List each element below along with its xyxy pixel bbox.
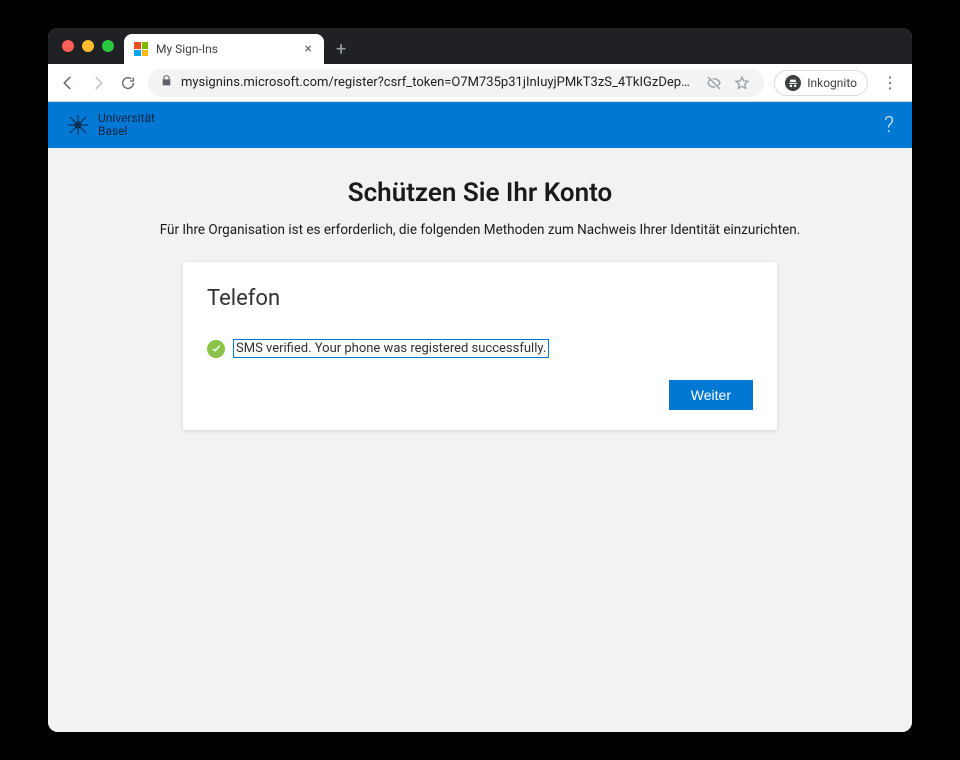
university-logo-icon bbox=[66, 113, 90, 137]
minimize-window-icon[interactable] bbox=[82, 40, 94, 52]
setup-card: Telefon SMS verified. Your phone was reg… bbox=[183, 262, 777, 430]
back-button[interactable] bbox=[58, 73, 78, 93]
close-tab-icon[interactable]: × bbox=[303, 41, 314, 57]
success-check-icon bbox=[207, 340, 225, 358]
lock-icon bbox=[160, 74, 173, 91]
url-text: mysignins.microsoft.com/register?csrf_to… bbox=[181, 75, 696, 90]
star-icon[interactable] bbox=[732, 73, 752, 93]
next-button[interactable]: Weiter bbox=[669, 380, 753, 410]
forward-button[interactable] bbox=[88, 73, 108, 93]
brand-logo: Universität Basel bbox=[66, 112, 155, 138]
eye-off-icon[interactable] bbox=[704, 73, 724, 93]
tab-title: My Sign-Ins bbox=[156, 42, 303, 56]
reload-button[interactable] bbox=[118, 73, 138, 93]
window-controls bbox=[56, 28, 124, 64]
incognito-icon bbox=[785, 75, 801, 91]
incognito-chip[interactable]: Inkognito bbox=[774, 70, 868, 96]
microsoft-favicon-icon bbox=[134, 42, 148, 56]
card-actions: Weiter bbox=[207, 380, 753, 410]
main-content: Schützen Sie Ihr Konto Für Ihre Organisa… bbox=[48, 148, 912, 430]
brand-line2: Basel bbox=[98, 125, 155, 138]
tab-strip: My Sign-Ins × + bbox=[48, 28, 912, 64]
status-message: SMS verified. Your phone was registered … bbox=[233, 339, 549, 358]
close-window-icon[interactable] bbox=[62, 40, 74, 52]
page-content: Universität Basel ? Schützen Sie Ihr Kon… bbox=[48, 102, 912, 732]
page-subtitle: Für Ihre Organisation ist es erforderlic… bbox=[160, 222, 801, 238]
browser-toolbar: mysignins.microsoft.com/register?csrf_to… bbox=[48, 64, 912, 102]
incognito-label: Inkognito bbox=[807, 76, 857, 90]
browser-window: My Sign-Ins × + mysignins.microsoft.com/… bbox=[48, 28, 912, 732]
new-tab-button[interactable]: + bbox=[324, 34, 358, 64]
page-title: Schützen Sie Ihr Konto bbox=[348, 178, 613, 208]
brand-bar: Universität Basel ? bbox=[48, 102, 912, 148]
maximize-window-icon[interactable] bbox=[102, 40, 114, 52]
address-bar[interactable]: mysignins.microsoft.com/register?csrf_to… bbox=[148, 69, 764, 97]
browser-menu-button[interactable]: ⋮ bbox=[878, 73, 902, 92]
help-icon[interactable]: ? bbox=[884, 113, 894, 138]
browser-tab[interactable]: My Sign-Ins × bbox=[124, 34, 324, 64]
card-heading: Telefon bbox=[207, 286, 753, 311]
status-row: SMS verified. Your phone was registered … bbox=[207, 339, 753, 358]
